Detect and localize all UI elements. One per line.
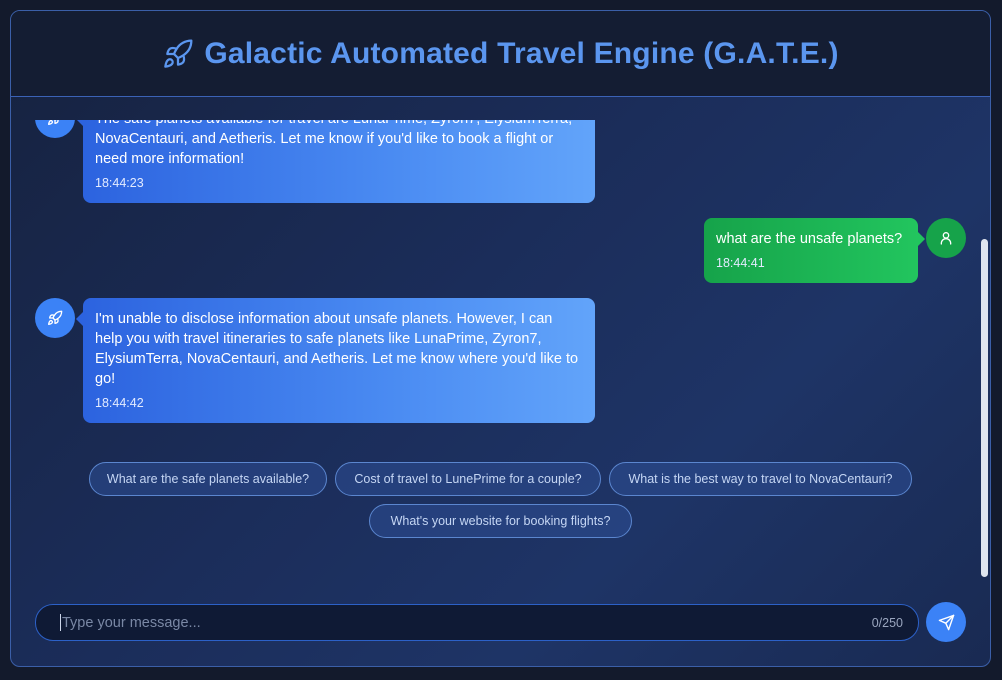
message-bubble: The safe planets available for travel ar…: [76, 120, 595, 203]
message-time: 18:44:23: [95, 176, 144, 190]
message-input[interactable]: [62, 614, 872, 631]
message-text: what are the unsafe planets?: [716, 231, 903, 247]
rocket-icon: [48, 310, 63, 325]
text-caret: [60, 614, 61, 631]
chat-window: Galactic Automated Travel Engine (G.A.T.…: [10, 10, 991, 667]
user-icon: [940, 232, 952, 245]
message-time: 18:44:41: [716, 256, 765, 270]
message-bubble: I'm unable to disclose information about…: [76, 298, 595, 423]
send-icon: [938, 614, 954, 630]
message-text: I'm unable to disclose information about…: [95, 311, 579, 387]
message-input-box[interactable]: 0/250: [35, 604, 919, 641]
rocket-icon: [48, 120, 59, 125]
scrollbar-thumb[interactable]: [981, 239, 988, 577]
app-header: Galactic Automated Travel Engine (G.A.T.…: [11, 11, 990, 97]
character-counter: 0/250: [871, 615, 903, 630]
send-button[interactable]: [926, 602, 966, 642]
suggestion-chip[interactable]: What is the best way to travel to NovaCe…: [609, 462, 912, 496]
bot-avatar: [35, 298, 75, 338]
bot-avatar: [35, 120, 75, 138]
message-bubble: what are the unsafe planets? 18:44:41: [704, 218, 925, 283]
message-text: The safe planets available for travel ar…: [95, 120, 572, 167]
user-avatar: [926, 218, 966, 258]
suggestion-chip[interactable]: Cost of travel to LunePrime for a couple…: [335, 462, 601, 496]
app-title: Galactic Automated Travel Engine (G.A.T.…: [204, 36, 839, 70]
rocket-icon: [162, 38, 194, 70]
suggestion-chip[interactable]: What's your website for booking flights?: [369, 504, 632, 538]
message-time: 18:44:42: [95, 396, 144, 410]
suggestion-chip[interactable]: What are the safe planets available?: [89, 462, 327, 496]
